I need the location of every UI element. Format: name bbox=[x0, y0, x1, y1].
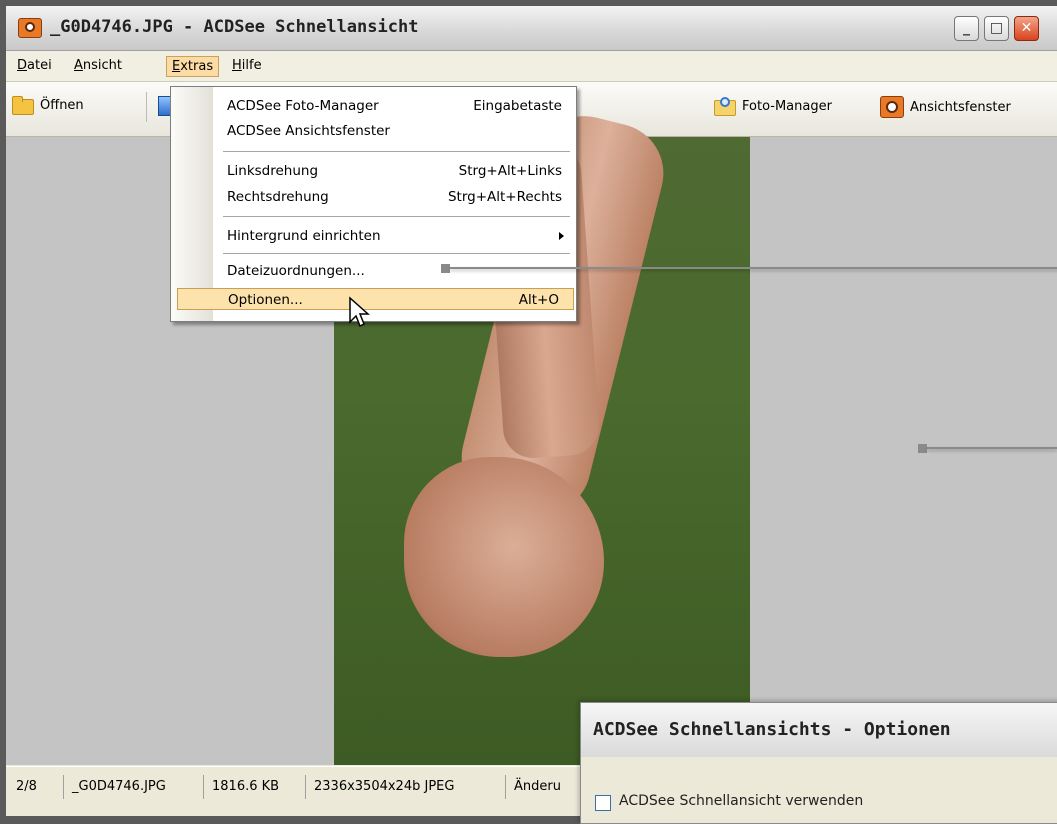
mouse-pointer-icon bbox=[349, 296, 370, 328]
callout-dot bbox=[918, 444, 927, 453]
menu-bar: Datei Ansicht Extras Hilfe bbox=[6, 51, 1057, 82]
maximize-button[interactable]: □ bbox=[984, 16, 1009, 41]
status-filename: _G0D4746.JPG bbox=[66, 775, 204, 799]
status-filesize: 1816.6 KB bbox=[206, 775, 306, 799]
menu-item-rechtsdrehung[interactable]: Rechtsdrehung Strg+Alt+Rechts bbox=[213, 186, 576, 208]
photo-manager-icon bbox=[714, 96, 736, 116]
menu-ansicht[interactable]: Ansicht bbox=[69, 56, 127, 75]
status-dimensions: 2336x3504x24b JPEG bbox=[308, 775, 506, 799]
options-dialog-title[interactable]: ACDSee Schnellansichts - Optionen bbox=[581, 703, 1057, 757]
camera-app-icon[interactable] bbox=[18, 18, 42, 38]
menu-item-foto-manager[interactable]: ACDSee Foto-Manager Eingabetaste bbox=[213, 95, 576, 117]
options-dialog: ACDSee Schnellansichts - Optionen ACDSee… bbox=[580, 702, 1057, 824]
menu-item-label: ACDSee Foto-Manager bbox=[227, 98, 379, 114]
menu-item-hintergrund[interactable]: Hintergrund einrichten bbox=[213, 225, 576, 247]
camera-icon bbox=[880, 96, 904, 118]
viewer-window-label: Ansichtsfenster bbox=[910, 99, 1011, 115]
minimize-button[interactable]: _ bbox=[954, 16, 979, 41]
menu-datei[interactable]: Datei bbox=[12, 56, 57, 75]
use-quickview-label: ACDSee Schnellansicht verwenden bbox=[619, 793, 864, 809]
menu-item-label: ACDSee Ansichtsfenster bbox=[227, 123, 390, 139]
menu-separator bbox=[223, 151, 570, 152]
menu-item-ansichtsfenster[interactable]: ACDSee Ansichtsfenster bbox=[213, 120, 576, 142]
callout-dot bbox=[441, 264, 450, 273]
menu-item-label: Dateizuordnungen... bbox=[227, 263, 365, 279]
menu-extras[interactable]: Extras bbox=[166, 56, 220, 77]
submenu-arrow-icon bbox=[559, 232, 564, 240]
menu-separator bbox=[223, 216, 570, 217]
title-bar[interactable]: _G0D4746.JPG - ACDSee Schnellansicht _ □… bbox=[6, 6, 1057, 51]
menu-item-label: Linksdrehung bbox=[227, 163, 319, 179]
menu-item-dateizuordnungen[interactable]: Dateizuordnungen... bbox=[213, 260, 576, 282]
window-title: _G0D4746.JPG - ACDSee Schnellansicht bbox=[50, 17, 419, 37]
menu-icon-strip bbox=[171, 87, 213, 321]
close-button[interactable]: ✕ bbox=[1014, 16, 1039, 41]
menu-item-linksdrehung[interactable]: Linksdrehung Strg+Alt+Links bbox=[213, 160, 576, 182]
menu-separator bbox=[223, 253, 570, 254]
photo-manager-button[interactable]: Foto-Manager bbox=[714, 96, 832, 116]
open-folder-icon bbox=[12, 96, 34, 115]
menu-hilfe[interactable]: Hilfe bbox=[227, 56, 267, 75]
menu-item-shortcut: Strg+Alt+Rechts bbox=[447, 189, 562, 205]
menu-item-label: Rechtsdrehung bbox=[227, 189, 329, 205]
menu-item-shortcut: Strg+Alt+Links bbox=[458, 163, 562, 179]
viewer-window-button[interactable]: Ansichtsfenster bbox=[880, 96, 1011, 118]
menu-item-label: Optionen... bbox=[228, 292, 303, 308]
menu-item-label: Hintergrund einrichten bbox=[227, 228, 381, 244]
open-button-label: Öffnen bbox=[40, 97, 84, 113]
extras-dropdown-menu: ACDSee Foto-Manager Eingabetaste ACDSee … bbox=[170, 86, 577, 322]
open-button[interactable]: Öffnen bbox=[12, 96, 84, 115]
callout-line bbox=[927, 447, 1057, 449]
photo-manager-label: Foto-Manager bbox=[742, 98, 832, 114]
status-position: 2/8 bbox=[10, 775, 64, 799]
callout-line bbox=[450, 267, 1057, 269]
toolbar-separator bbox=[146, 92, 147, 122]
menu-item-shortcut: Alt+O bbox=[518, 292, 559, 308]
menu-item-shortcut: Eingabetaste bbox=[473, 98, 562, 114]
status-modified: Änderu bbox=[514, 779, 561, 794]
menu-item-optionen[interactable]: Optionen... Alt+O bbox=[177, 288, 574, 310]
